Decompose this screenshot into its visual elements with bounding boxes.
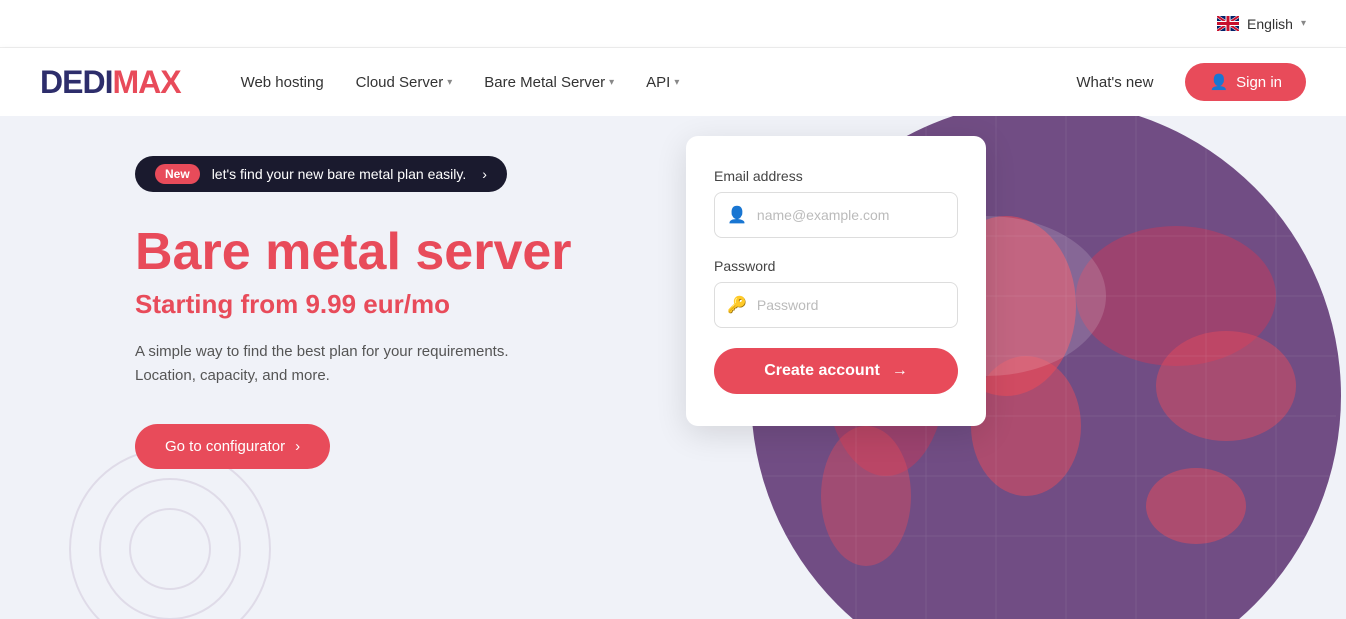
hero-content: New let's find your new bare metal plan … bbox=[135, 156, 572, 469]
new-badge: New bbox=[155, 164, 200, 184]
logo-max: MAX bbox=[112, 64, 180, 100]
logo[interactable]: DEDIMAX bbox=[40, 64, 181, 101]
hero-description: A simple way to find the best plan for y… bbox=[135, 340, 572, 388]
chevron-down-icon: ▾ bbox=[1301, 18, 1306, 29]
hero-section: New let's find your new bare metal plan … bbox=[0, 116, 1346, 619]
nav-label-bare-metal: Bare Metal Server bbox=[484, 74, 605, 91]
nav-label-web-hosting: Web hosting bbox=[241, 74, 324, 91]
hero-title: Bare metal server bbox=[135, 224, 572, 281]
language-selector[interactable]: English ▾ bbox=[1217, 16, 1306, 32]
nav-label-api: API bbox=[646, 74, 670, 91]
hero-desc-line2: Location, capacity, and more. bbox=[135, 367, 330, 384]
nav-links: Web hosting Cloud Server ▾ Bare Metal Se… bbox=[241, 63, 1306, 101]
sign-in-button[interactable]: 👤 Sign in bbox=[1185, 63, 1306, 101]
configurator-button[interactable]: Go to configurator › bbox=[135, 424, 330, 469]
user-icon: 👤 bbox=[727, 205, 747, 225]
lock-icon: 🔑 bbox=[727, 295, 747, 315]
whats-new-link[interactable]: What's new bbox=[1076, 74, 1153, 91]
nav-item-cloud-server[interactable]: Cloud Server ▾ bbox=[356, 74, 453, 91]
email-label: Email address bbox=[714, 168, 958, 184]
user-icon: 👤 bbox=[1209, 73, 1228, 91]
announcement-banner[interactable]: New let's find your new bare metal plan … bbox=[135, 156, 507, 192]
language-label: English bbox=[1247, 16, 1293, 32]
arrow-right-icon: › bbox=[295, 438, 300, 455]
create-account-button[interactable]: Create account → bbox=[714, 348, 958, 394]
chevron-down-icon: ▾ bbox=[674, 77, 679, 88]
email-input-wrap: 👤 bbox=[714, 192, 958, 238]
top-bar: English ▾ bbox=[0, 0, 1346, 48]
arrow-right-icon: → bbox=[892, 362, 908, 380]
navbar: DEDIMAX Web hosting Cloud Server ▾ Bare … bbox=[0, 48, 1346, 116]
hero-subtitle: Starting from 9.99 eur/mo bbox=[135, 289, 572, 320]
email-input[interactable] bbox=[757, 207, 945, 223]
configurator-label: Go to configurator bbox=[165, 438, 285, 455]
password-input[interactable] bbox=[757, 297, 945, 313]
badge-text: let's find your new bare metal plan easi… bbox=[212, 166, 467, 182]
password-input-wrap: 🔑 bbox=[714, 282, 958, 328]
password-label: Password bbox=[714, 258, 958, 274]
logo-dedi: DEDI bbox=[40, 64, 112, 100]
create-account-label: Create account bbox=[764, 362, 880, 380]
chevron-down-icon: ▾ bbox=[609, 77, 614, 88]
chevron-down-icon: ▾ bbox=[447, 77, 452, 88]
sign-in-label: Sign in bbox=[1236, 74, 1282, 91]
nav-label-cloud-server: Cloud Server bbox=[356, 74, 444, 91]
hero-desc-line1: A simple way to find the best plan for y… bbox=[135, 343, 509, 360]
flag-icon bbox=[1217, 16, 1239, 31]
signup-form-card: Email address 👤 Password 🔑 Create accoun… bbox=[686, 136, 986, 426]
nav-item-web-hosting[interactable]: Web hosting bbox=[241, 74, 324, 91]
arrow-icon: › bbox=[482, 166, 487, 182]
nav-item-api[interactable]: API ▾ bbox=[646, 74, 679, 91]
nav-item-bare-metal[interactable]: Bare Metal Server ▾ bbox=[484, 74, 614, 91]
